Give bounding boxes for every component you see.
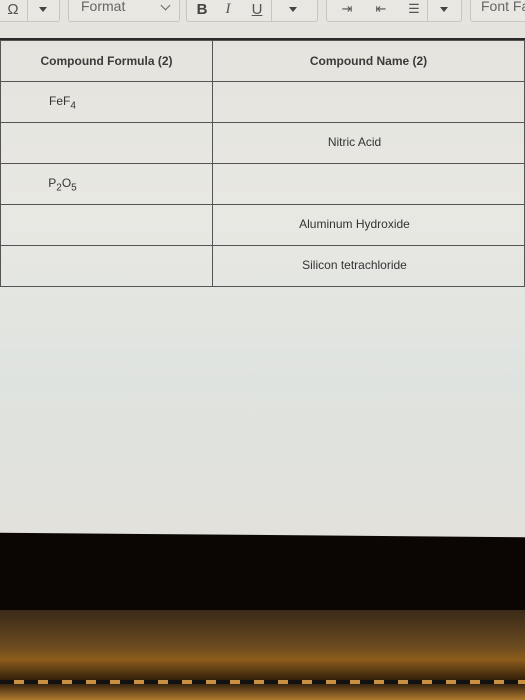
name-cell[interactable] xyxy=(212,163,525,205)
table-row: Nitric Acid xyxy=(0,122,525,164)
formula-cell[interactable]: FeF4 xyxy=(0,81,213,123)
format-label: Format xyxy=(81,0,126,14)
special-character-button[interactable]: Ω xyxy=(0,0,28,21)
indent-icon: ⇥ xyxy=(341,1,353,16)
list-button[interactable]: ☰ xyxy=(401,0,428,21)
chevron-down-icon xyxy=(160,0,171,11)
table-row: Aluminum Hydroxide xyxy=(0,204,525,246)
table-header-row: Compound Formula (2) Compound Name (2) xyxy=(0,40,525,82)
list-group: ⇥ ⇤ ☰ xyxy=(326,0,462,22)
indent-button[interactable]: ⇥ xyxy=(333,0,361,21)
formula-cell[interactable] xyxy=(0,204,213,246)
screen: Ω Format B I U ⇥ ⇤ ☰ Font Fa Compound Fo… xyxy=(0,0,525,540)
underline-button[interactable]: U xyxy=(243,0,272,21)
formula-cell[interactable]: P2O5 xyxy=(0,163,213,205)
italic-button[interactable]: I xyxy=(215,0,241,21)
outdent-button[interactable]: ⇤ xyxy=(367,0,395,21)
font-family-label: Font Fa xyxy=(481,0,525,14)
outdent-icon: ⇤ xyxy=(375,1,387,16)
list-dropdown[interactable] xyxy=(427,0,461,21)
special-char-dropdown[interactable] xyxy=(27,0,59,21)
header-formula: Compound Formula (2) xyxy=(0,40,213,82)
omega-icon: Ω xyxy=(7,0,19,18)
format-select[interactable]: Format xyxy=(68,0,180,22)
italic-icon: I xyxy=(225,0,231,17)
header-name: Compound Name (2) xyxy=(212,40,525,82)
text-style-dropdown[interactable] xyxy=(273,0,313,21)
formula-cell[interactable] xyxy=(0,122,213,164)
text-style-group: B I U xyxy=(186,0,318,22)
name-cell[interactable]: Nitric Acid xyxy=(212,122,525,164)
editor-toolbar: Ω Format B I U ⇥ ⇤ ☰ Font Fa xyxy=(0,0,525,24)
compound-table: Compound Formula (2) Compound Name (2) F… xyxy=(0,40,525,287)
monitor-bezel xyxy=(0,532,525,618)
caret-down-icon xyxy=(289,6,297,12)
table-row: FeF4 xyxy=(0,81,525,123)
table-row: Silicon tetrachloride xyxy=(0,245,525,287)
bold-button[interactable]: B xyxy=(189,0,215,21)
special-char-group: Ω xyxy=(0,0,60,22)
table-row: P2O5 xyxy=(0,163,525,205)
font-family-select[interactable]: Font Fa xyxy=(470,0,525,22)
bold-icon: B xyxy=(196,0,208,18)
keyboard-edge xyxy=(0,680,525,684)
name-cell[interactable] xyxy=(212,81,525,123)
caret-down-icon xyxy=(440,6,448,12)
underline-icon: U xyxy=(251,0,263,18)
formula-cell[interactable] xyxy=(0,245,213,287)
list-icon: ☰ xyxy=(408,1,420,16)
name-cell[interactable]: Silicon tetrachloride xyxy=(212,245,525,287)
laptop-base xyxy=(0,610,525,700)
name-cell[interactable]: Aluminum Hydroxide xyxy=(212,204,525,246)
caret-down-icon xyxy=(39,6,47,12)
